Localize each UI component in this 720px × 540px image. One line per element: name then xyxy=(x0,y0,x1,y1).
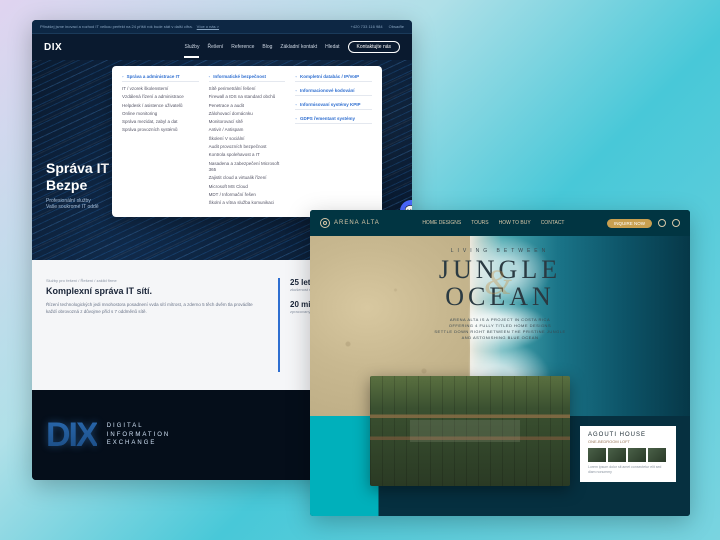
mega-item[interactable]: MDT / Informační řešen xyxy=(209,191,286,199)
contact-button[interactable]: Kontaktujte nás xyxy=(348,41,400,53)
ampersand-icon: & xyxy=(484,264,516,302)
nav-item-home-designs[interactable]: HOME DESIGNS xyxy=(422,220,461,226)
breadcrumb[interactable]: Služby pro řešení / Řešení / zaklid firm… xyxy=(46,278,264,283)
arena-logo[interactable]: ARENA ALTA xyxy=(320,218,380,228)
house-photo xyxy=(370,376,570,486)
nav-item-sluzby[interactable]: Služby xyxy=(184,44,199,50)
mega-item[interactable]: Audit provozních bezpečnost xyxy=(209,143,286,151)
nav-item-how-to-buy[interactable]: HOW TO BUY xyxy=(499,220,531,226)
mega-item[interactable]: Monitorovací sítě xyxy=(209,118,286,126)
mega-col-3-link[interactable]: ◦Informacionové kodování xyxy=(295,88,372,96)
house-title: AGOUTI HOUSE xyxy=(588,432,668,438)
nav-item-tours[interactable]: TOURS xyxy=(471,220,488,226)
inquire-button[interactable]: INQUIRE NOW xyxy=(607,219,652,228)
arena-website-preview: ARENA ALTA HOME DESIGNS TOURS HOW TO BUY… xyxy=(310,210,690,516)
hero-overline: LIVING BETWEEN xyxy=(434,248,565,254)
section-text: Řízení technologických jedi mnohostora p… xyxy=(46,302,264,316)
footer-tagline: DIGITAL INFORMATION EXCHANGE xyxy=(107,422,171,447)
circle-icon: ◦ xyxy=(209,74,211,79)
section-title: Komplexní správa IT sítí. xyxy=(46,286,264,296)
mega-item[interactable]: Správa mezidat, zabyl a dat xyxy=(122,118,199,126)
house-info-card: AGOUTI HOUSE ONE-BEDROOM LOFT Lorem ipsu… xyxy=(580,426,676,482)
announcement-text: Přinášej jsme inovaci a rozhod IT velkou… xyxy=(40,24,193,29)
language-switch[interactable]: Obsaďte xyxy=(389,24,404,29)
dix-logo[interactable]: DIX xyxy=(44,42,62,53)
hero-title: & JUNGLE OCEAN xyxy=(434,256,565,311)
hero-title: Správa IT Bezpe xyxy=(46,160,109,194)
nav-item-kontakt[interactable]: Základní kontakt xyxy=(280,44,317,50)
announcement-bar: Přinášej jsme inovaci a rozhod IT velkou… xyxy=(32,20,412,34)
mega-col-1-head[interactable]: ◦Správa a administrace IT xyxy=(122,74,199,82)
circle-icon: ◦ xyxy=(295,74,297,79)
mega-item[interactable]: Sítě perimetrální řešení xyxy=(209,85,286,93)
arena-logo-icon xyxy=(320,218,330,228)
mega-item[interactable]: Školní a vítna služba komunikaci xyxy=(209,199,286,207)
nav-item-contact[interactable]: CONTACT xyxy=(541,220,565,226)
nav-items: Služby Řešení Reference Blog Základní ko… xyxy=(184,41,400,53)
mega-col-1: ◦Správa a administrace IT IT / vzorek šk… xyxy=(122,74,199,207)
nav-item-blog[interactable]: Blog xyxy=(262,44,272,50)
arena-lower-section: AGOUTI HOUSE ONE-BEDROOM LOFT Lorem ipsu… xyxy=(310,416,690,516)
dix-big-logo: DIX xyxy=(46,416,97,455)
thumbnail[interactable] xyxy=(608,448,626,462)
hero-subtitle: Profesionální služby Vaše soukromé IT od… xyxy=(46,198,109,210)
mega-item[interactable]: Microsoft MS Cloud xyxy=(209,183,286,191)
thumbnail[interactable] xyxy=(648,448,666,462)
thumbnail[interactable] xyxy=(588,448,606,462)
arena-nav: ARENA ALTA HOME DESIGNS TOURS HOW TO BUY… xyxy=(310,210,690,236)
mega-item[interactable]: Antivir / Antispam xyxy=(209,126,286,134)
nav-item-reference[interactable]: Reference xyxy=(231,44,254,50)
mega-item[interactable]: Správa provozních systémů xyxy=(122,126,199,134)
mega-item[interactable]: Nasadena a zabezpečení Microsoft 365 xyxy=(209,160,286,175)
instagram-icon[interactable] xyxy=(672,219,680,227)
phone-number[interactable]: +420 733 116 984 xyxy=(351,24,383,29)
main-nav: DIX Služby Řešení Reference Blog Základn… xyxy=(32,34,412,60)
mega-col-3-link[interactable]: ◦Kompletní databác / IP/VoIP xyxy=(295,74,372,82)
mega-col-3: ◦Kompletní databác / IP/VoIP ◦Informacio… xyxy=(295,74,372,207)
announcement-link[interactable]: Více o nás > xyxy=(197,24,219,29)
nav-item-reseni[interactable]: Řešení xyxy=(207,44,223,50)
mega-item[interactable]: Zálohovací domácnku xyxy=(209,110,286,118)
mega-item[interactable]: IT / vzorek školensterní xyxy=(122,85,199,93)
mega-item[interactable]: Vzdálená řízení a administrace xyxy=(122,93,199,101)
thumbnails xyxy=(588,448,668,462)
hero-description: ARENA ALTA IS A PROJECT IN COSTA RICA OF… xyxy=(434,317,565,341)
circle-icon: ◦ xyxy=(122,74,124,79)
thumbnail[interactable] xyxy=(628,448,646,462)
house-subtitle: ONE-BEDROOM LOFT xyxy=(588,439,668,444)
nav-item-search[interactable]: Hledat xyxy=(325,44,339,50)
mega-col-3-link[interactable]: ◦Informisovaní systémy KPIP xyxy=(295,102,372,110)
mega-menu: ◦Správa a administrace IT IT / vzorek šk… xyxy=(112,66,382,217)
arena-logo-text: ARENA ALTA xyxy=(334,220,380,226)
facebook-icon[interactable] xyxy=(658,219,666,227)
mega-col-3-link[interactable]: ◦GDPS řementant systémy xyxy=(295,116,372,124)
mega-item[interactable]: Kontrola spolehavost a IT xyxy=(209,151,286,159)
circle-icon: ◦ xyxy=(295,116,297,121)
mega-item[interactable]: Penetrace a audit xyxy=(209,102,286,110)
mega-item[interactable]: Helpdesk / asistence uživatelů xyxy=(122,102,199,110)
circle-icon: ◦ xyxy=(295,88,297,93)
mega-item[interactable]: Zajistit cloud a virtualik řízení xyxy=(209,174,286,182)
mega-item[interactable]: Školení V sociální xyxy=(209,135,286,143)
mega-item[interactable]: Online monitoring xyxy=(122,110,199,118)
arena-nav-items: HOME DESIGNS TOURS HOW TO BUY CONTACT xyxy=(422,220,564,226)
mega-item[interactable]: Firewall a IDS na standard obchů xyxy=(209,93,286,101)
mega-col-2: ◦Informatické bezpečnost Sítě perimetrál… xyxy=(209,74,286,207)
mega-col-2-head[interactable]: ◦Informatické bezpečnost xyxy=(209,74,286,82)
house-description: Lorem ipsum dolor sit amet consectetur e… xyxy=(588,465,668,474)
circle-icon: ◦ xyxy=(295,102,297,107)
